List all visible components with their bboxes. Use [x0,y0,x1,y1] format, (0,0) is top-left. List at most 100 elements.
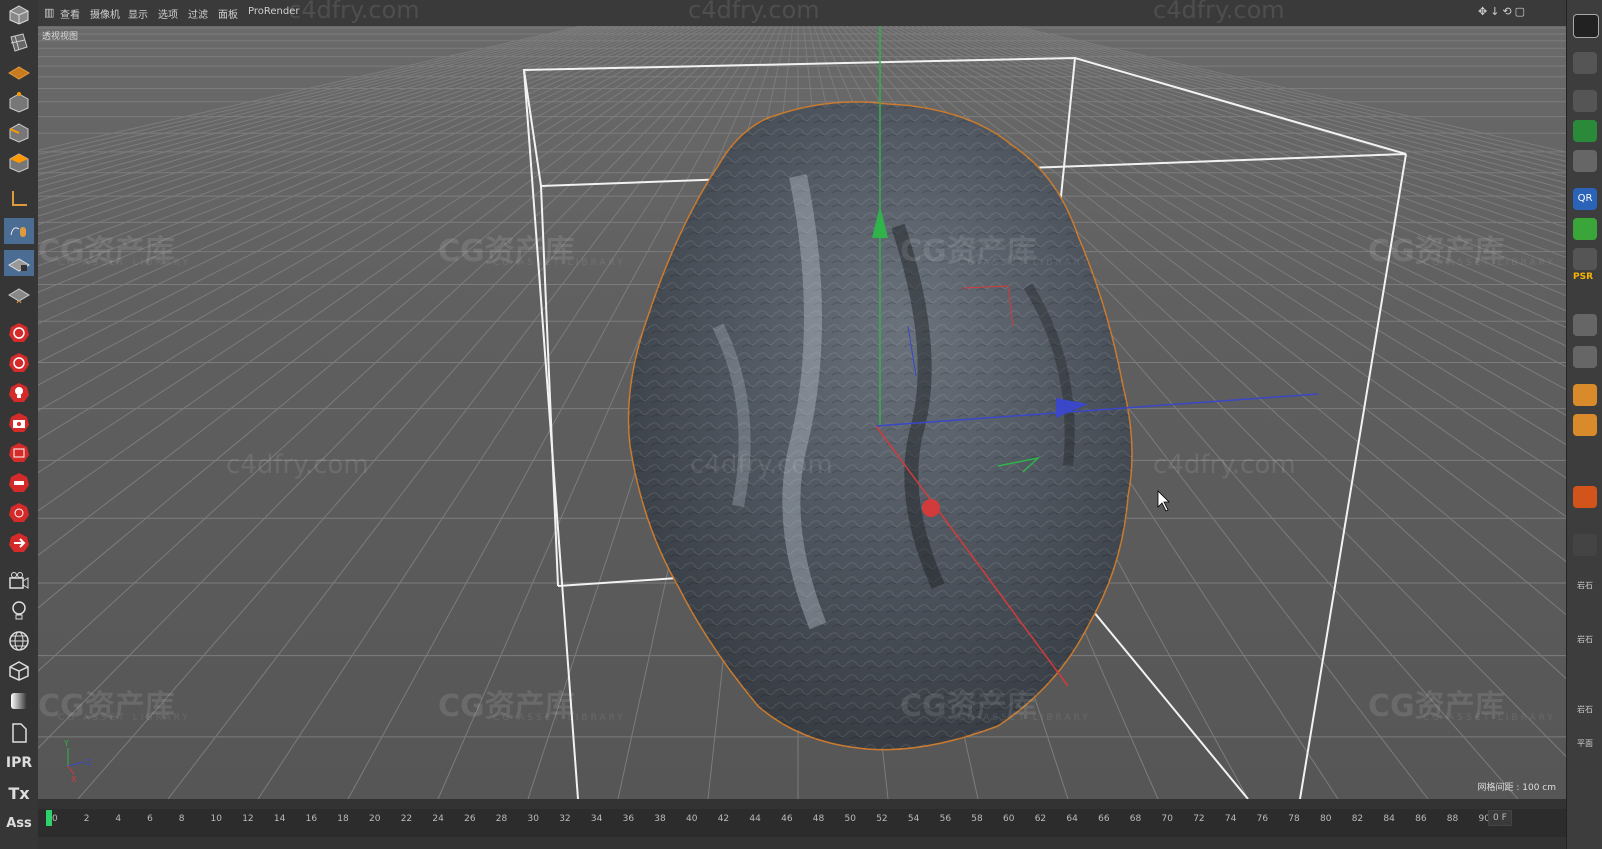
cam-ab-icon[interactable] [4,440,34,466]
menu-view[interactable]: 查看 [60,6,80,21]
timeline-tick-label: 54 [907,814,920,824]
sphere-grid-icon[interactable] [4,628,34,654]
menu-panel[interactable]: 面板 [218,6,238,21]
timeline-tick-label: 42 [717,814,730,824]
render-view-icon[interactable] [1573,14,1599,38]
right-side-panel: QR PSR 岩石 岩石 岩石 平面 [1566,0,1602,849]
checker-icon[interactable] [4,30,34,56]
timeline-tick-label: 4 [115,814,122,824]
object-label-2[interactable]: 岩石 [1577,634,1593,645]
layer-icon[interactable] [1573,534,1597,556]
viewport-menu-icon[interactable]: ▥ [44,6,54,19]
object-label-1[interactable]: 岩石 [1577,580,1593,591]
record-icon[interactable] [4,320,34,346]
timeline-tick-label: 16 [305,814,318,824]
snap-icon[interactable] [4,250,34,276]
watermark-sub-5: CG ASSET LIBRARY [58,713,191,723]
light-icon[interactable] [4,598,34,624]
watermark-top-1: c4dfry.com [288,0,420,24]
perspective-viewport[interactable]: Y Z X 透视视图 CG资产库 CG ASSET LIBRARY CG资产库 … [38,26,1566,799]
mouse-cursor-icon [1157,490,1170,512]
green-cube-icon[interactable] [1573,120,1597,142]
camera-red-icon[interactable] [4,410,34,436]
timeline-tick-label: 80 [1320,814,1332,824]
plane-icon[interactable] [4,58,34,84]
viewport-name-label: 透视视图 [42,32,79,42]
world-axis-indicator: Y Z X [63,739,92,784]
timeline-tick-label: 38 [654,814,666,824]
gradient-icon[interactable] [4,688,34,714]
orange-block-icon[interactable] [1573,486,1597,508]
watermark-top-3: c4dfry.com [1153,0,1285,24]
watermark-sub-1: CG ASSET LIBRARY [58,258,191,268]
record-alt-icon[interactable] [4,350,34,376]
timeline[interactable]: 0 2 4 6 8 10 12 14 16 18 20 22 24 26 28 30 32 34 36 38 40 42 4… [38,799,1566,849]
timeline-tick-label: 8 [178,814,185,824]
menu-display[interactable]: 显示 [128,6,148,21]
menu-camera[interactable]: 摄像机 [90,6,120,21]
timeline-tick-label: 2 [83,814,90,824]
axis-label-y: Y [63,739,69,748]
help-icon[interactable] [1573,52,1597,74]
axis-label-z: Z [86,758,92,767]
tx-button[interactable]: Tx [4,780,34,806]
viewport-nav-icons[interactable]: ✥↓⟲▢ [1478,5,1528,18]
psr-label[interactable]: PSR [1573,272,1597,294]
redshift-icon[interactable] [4,470,34,496]
download-icon[interactable] [1573,248,1597,270]
camera-icon[interactable] [4,568,34,594]
timeline-tick-label: 22 [400,814,413,824]
ass-button[interactable]: Ass [4,810,34,836]
cube-points-icon[interactable] [4,90,34,116]
tweak-icon[interactable] [4,218,34,244]
timeline-ruler[interactable]: 0 2 4 6 8 10 12 14 16 18 20 22 24 26 28 30 32 34 36 38 40 42 4… [38,809,1566,837]
timeline-tick-label: 50 [844,814,856,824]
cube-wire-icon[interactable] [4,658,34,684]
brush-icon[interactable] [1573,314,1597,336]
qr-button[interactable]: QR [1573,188,1597,210]
scene-canvas[interactable]: Y Z X [38,26,1566,799]
pose-icon[interactable] [1573,346,1597,368]
left-toolbar: IPR Tx Ass [0,0,39,849]
green-tool-icon[interactable] [1573,218,1597,240]
x-axis-handle [922,499,940,517]
workplane-icon[interactable] [4,282,34,308]
watermark-top-2: c4dfry.com [688,0,820,24]
orange-sphere-icon[interactable] [1573,384,1597,406]
curve-icon[interactable] [1573,150,1597,172]
timeline-tick-label: 32 [559,814,571,824]
cube-edges-icon[interactable] [4,120,34,146]
ipr-button[interactable]: IPR [4,750,34,776]
rs-arrow-icon[interactable] [4,530,34,556]
rs-ivr-icon[interactable] [4,500,34,526]
menu-filter[interactable]: 过滤 [188,6,208,21]
timeline-tick-label: 20 [369,814,381,824]
watermark-mid-1: c4dfry.com [226,450,369,480]
timeline-tick-label: 30 [527,814,539,824]
timeline-tick-label: 62 [1034,814,1047,824]
cube-polygons-icon[interactable] [4,150,34,176]
timeline-tick-label: 64 [1066,814,1078,824]
orange-spheres-icon[interactable] [1573,414,1597,436]
timeline-tick-label: 18 [337,814,349,824]
timeline-tick-label: 14 [273,814,286,824]
menu-options[interactable]: 选项 [158,6,178,21]
watermark-mid-3: c4dfry.com [1153,450,1296,480]
timeline-tick-label: 28 [495,814,508,824]
cube-view-icon[interactable] [4,2,34,28]
timeline-tick-label: 48 [812,814,825,824]
viewport-menubar: ▥ 查看 摄像机 显示 选项 过滤 面板 ProRender c4dfry.co… [38,0,1568,27]
timeline-tick-label: 68 [1129,814,1142,824]
timeline-tick-label: 60 [1003,814,1015,824]
timeline-tick-label: 52 [876,814,888,824]
object-label-3[interactable]: 岩石 [1577,704,1593,715]
document-icon[interactable] [4,720,34,746]
watermark-sub-6: CG ASSET LIBRARY [493,713,626,723]
timeline-tick-label: 84 [1383,814,1395,824]
object-label-4[interactable]: 平面 [1577,738,1593,749]
axis-icon[interactable] [4,186,34,212]
light-bulb-red-icon[interactable] [4,380,34,406]
timeline-tick-label: 86 [1415,814,1427,824]
current-frame-field[interactable]: 0 F [1488,810,1512,826]
frame-icon[interactable] [1573,90,1597,112]
